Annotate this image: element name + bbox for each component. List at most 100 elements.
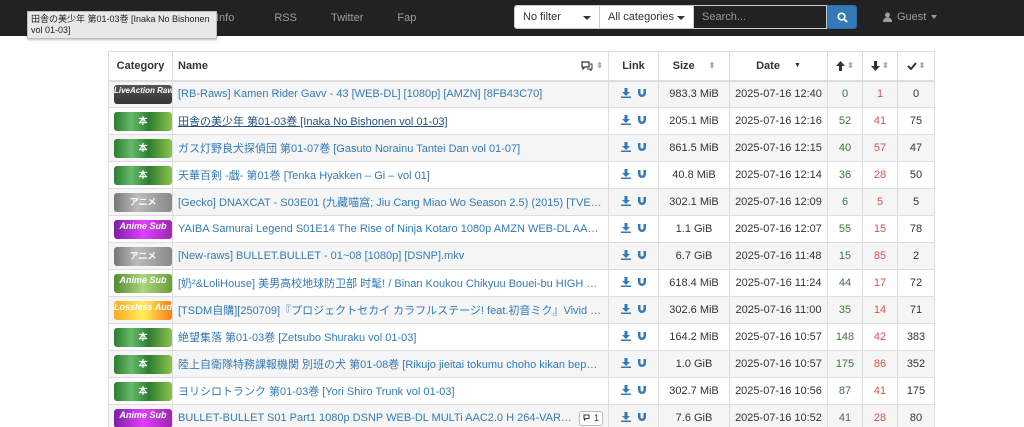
table-row: アニメ [Gecko] DNAXCAT - S03E01 (九藏喵窩; Jiu C… — [108, 188, 935, 216]
nav-twitter-link[interactable]: Twitter — [331, 12, 363, 24]
torrent-name-link[interactable]: 天華百剣 -戯- 第01巻 [Tenka Hyakken – Gi – vol … — [178, 167, 430, 183]
magnet-icon[interactable] — [637, 115, 647, 125]
comments-badge[interactable]: 1 — [578, 410, 603, 426]
magnet-icon[interactable] — [637, 142, 647, 152]
torrent-name-link[interactable]: [奶²&LoliHouse] 美男高校地球防卫部 时髦! / Binan Kou… — [178, 275, 603, 291]
torrent-name-link[interactable]: [TSDM自購][250709]『プロジェクトセカイ カラフルステージ! fea… — [178, 302, 603, 318]
nav-rss-link[interactable]: RSS — [274, 12, 297, 24]
col-category[interactable]: Category — [108, 51, 173, 81]
magnet-icon[interactable] — [637, 223, 647, 233]
col-size[interactable]: Size ⬍ — [658, 51, 730, 81]
col-completed[interactable]: ⬍ — [897, 51, 935, 81]
link-cell — [608, 215, 659, 243]
filter-select[interactable]: No filter — [514, 5, 600, 29]
category-select[interactable]: All categories — [600, 5, 694, 29]
link-cell — [608, 377, 659, 405]
col-name[interactable]: Name ⬍ — [172, 51, 609, 81]
torrent-name-link[interactable]: 陸上自衛隊特務課報機関 別班の犬 第01-08巻 [Rikujo jieitai… — [178, 356, 603, 372]
completed-cell: 2 — [897, 242, 935, 270]
completed-cell: 50 — [897, 161, 935, 189]
download-icon[interactable] — [620, 384, 631, 395]
seeders-cell: 40 — [827, 134, 863, 162]
nav-info-link[interactable]: Info — [216, 12, 234, 24]
category-badge[interactable]: Lossless Audio — [114, 300, 172, 320]
magnet-icon[interactable] — [637, 304, 647, 314]
completed-cell: 75 — [897, 107, 935, 135]
sort-icon: ⬍ — [918, 60, 926, 70]
download-icon[interactable] — [620, 222, 631, 233]
table-row: 本絶望集落 第01-03巻 [Zetsubo Shuraku vol 01-03… — [108, 323, 935, 351]
download-icon[interactable] — [620, 114, 631, 125]
comments-sort[interactable]: ⬍ — [581, 61, 603, 71]
torrent-name-link[interactable]: [Gecko] DNAXCAT - S03E01 (九藏喵窩; Jiu Cang… — [178, 194, 603, 210]
sort-desc-icon: ▼ — [793, 62, 801, 70]
name-cell: YAIBA Samurai Legend S01E14 The Rise of … — [172, 215, 609, 243]
download-icon[interactable] — [620, 357, 631, 368]
nav-fap-link[interactable]: Fap — [397, 12, 416, 24]
magnet-icon[interactable] — [637, 169, 647, 179]
search-input[interactable]: Search... — [694, 5, 827, 29]
category-cell: 本 — [108, 350, 173, 378]
name-cell: [RB-Raws] Kamen Rider Gavv - 43 [WEB-DL]… — [172, 80, 609, 108]
size-cell: 618.4 MiB — [658, 269, 730, 297]
leechers-cell: 1 — [862, 80, 898, 108]
download-icon[interactable] — [620, 411, 631, 422]
category-badge[interactable]: アニメ — [114, 192, 172, 212]
magnet-icon[interactable] — [637, 331, 647, 341]
category-badge[interactable]: Anime Sub — [114, 408, 172, 427]
completed-cell: 383 — [897, 323, 935, 351]
seeders-cell: 87 — [827, 377, 863, 405]
date-cell: 2025-07-16 12:16 — [729, 107, 828, 135]
user-icon — [883, 12, 892, 22]
seeders-cell: 44 — [827, 269, 863, 297]
col-leechers[interactable]: ⬍ — [862, 51, 898, 81]
leechers-cell: 42 — [862, 323, 898, 351]
category-badge[interactable]: Anime Sub — [114, 273, 172, 293]
download-icon[interactable] — [620, 195, 631, 206]
category-cell: 本 — [108, 161, 173, 189]
table-header-row: Category Name ⬍ Link Size ⬍ Date ▼ ⬍ ⬍ ⬍ — [108, 51, 935, 81]
download-icon[interactable] — [620, 276, 631, 287]
link-cell — [608, 134, 659, 162]
search-button[interactable] — [827, 5, 857, 29]
magnet-icon[interactable] — [637, 277, 647, 287]
download-icon[interactable] — [620, 303, 631, 314]
category-cell: アニメ — [108, 188, 173, 216]
download-icon[interactable] — [620, 330, 631, 341]
magnet-icon[interactable] — [637, 88, 647, 98]
seeders-cell: 41 — [827, 404, 863, 427]
category-badge[interactable]: 本 — [114, 327, 172, 347]
magnet-icon[interactable] — [637, 250, 647, 260]
user-menu[interactable]: Guest — [883, 11, 938, 23]
download-icon[interactable] — [620, 87, 631, 98]
date-cell: 2025-07-16 11:24 — [729, 269, 828, 297]
name-cell: BULLET-BULLET S01 Part1 1080p DSNP WEB-D… — [172, 404, 609, 427]
download-icon[interactable] — [620, 168, 631, 179]
torrent-name-link[interactable]: 田舎の美少年 第01-03巻 [Inaka No Bishonen vol 01… — [178, 113, 448, 129]
torrent-name-link[interactable]: BULLET-BULLET S01 Part1 1080p DSNP WEB-D… — [178, 412, 575, 424]
seeders-cell: 175 — [827, 350, 863, 378]
magnet-icon[interactable] — [637, 196, 647, 206]
magnet-icon[interactable] — [637, 412, 647, 422]
torrent-name-link[interactable]: YAIBA Samurai Legend S01E14 The Rise of … — [178, 223, 603, 235]
category-badge[interactable]: 本 — [114, 354, 172, 374]
download-icon[interactable] — [620, 249, 631, 260]
category-badge[interactable]: 本 — [114, 138, 172, 158]
torrent-name-link[interactable]: ガス灯野良犬探偵団 第01-07巻 [Gasuto Norainu Tantei… — [178, 140, 520, 156]
col-seeders[interactable]: ⬍ — [827, 51, 863, 81]
date-cell: 2025-07-16 12:40 — [729, 80, 828, 108]
col-date[interactable]: Date ▼ — [729, 51, 828, 81]
category-badge[interactable]: 本 — [114, 165, 172, 185]
download-icon[interactable] — [620, 141, 631, 152]
torrent-name-link[interactable]: 絶望集落 第01-03巻 [Zetsubo Shuraku vol 01-03] — [178, 329, 416, 345]
category-badge[interactable]: Anime Sub — [114, 219, 172, 239]
category-badge[interactable]: 本 — [114, 381, 172, 401]
magnet-icon[interactable] — [637, 358, 647, 368]
torrent-name-link[interactable]: [New-raws] BULLET.BULLET - 01~08 [1080p]… — [178, 250, 464, 262]
category-badge[interactable]: アニメ — [114, 246, 172, 266]
torrent-name-link[interactable]: ヨリシロトランク 第01-03巻 [Yori Shiro Trunk vol 0… — [178, 383, 455, 399]
torrent-name-link[interactable]: [RB-Raws] Kamen Rider Gavv - 43 [WEB-DL]… — [178, 88, 542, 100]
category-badge[interactable]: 本 — [114, 111, 172, 131]
magnet-icon[interactable] — [637, 385, 647, 395]
category-badge[interactable]: LiveAction Raw — [114, 84, 172, 104]
